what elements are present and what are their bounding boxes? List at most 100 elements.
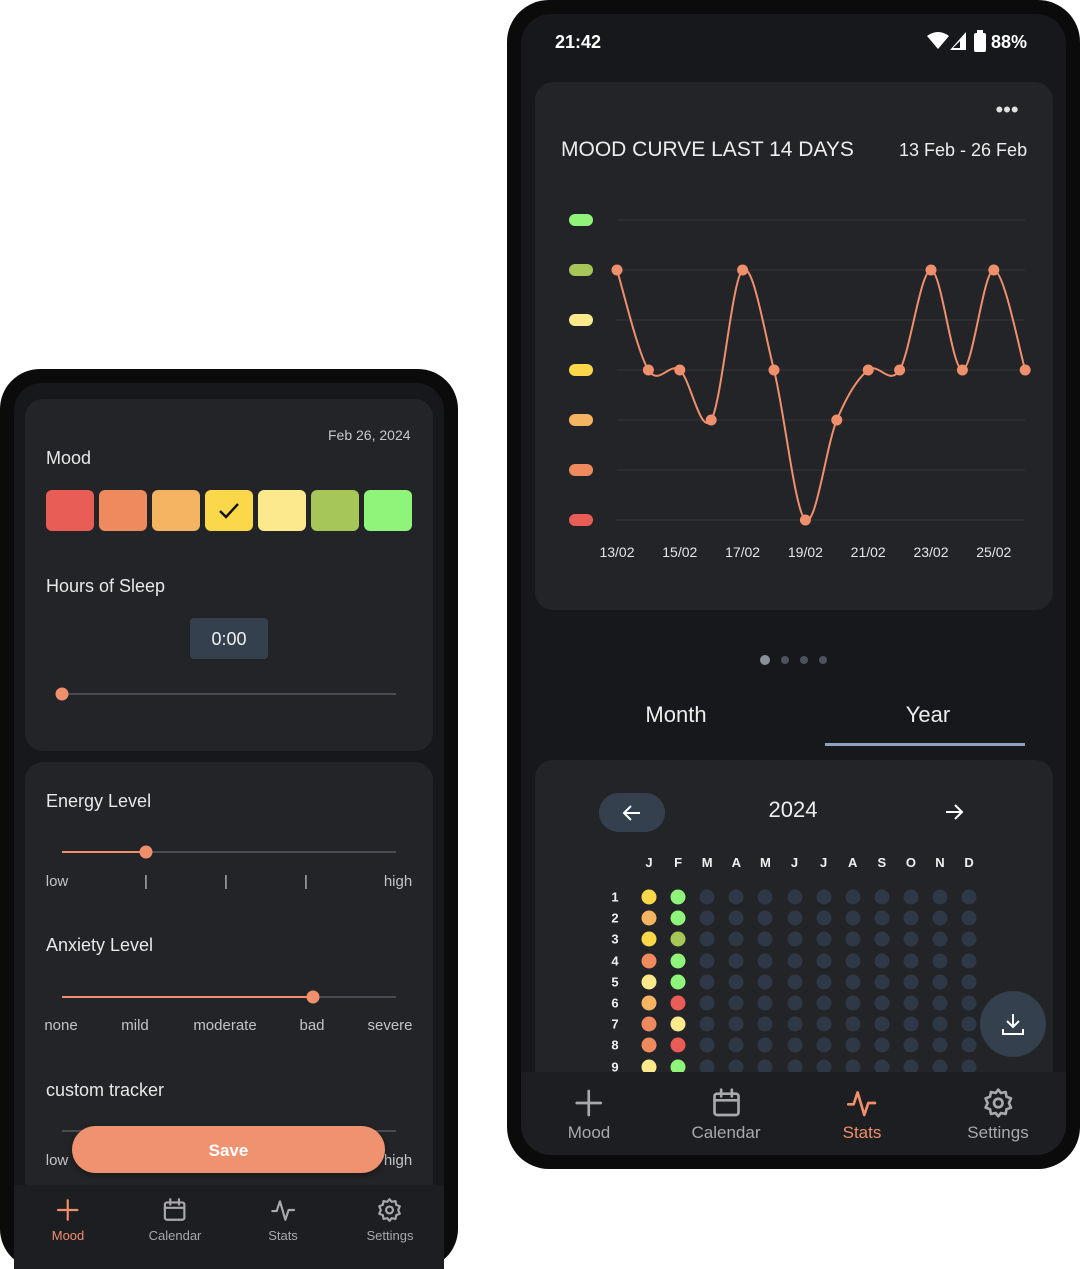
mood-option-7[interactable] bbox=[364, 490, 412, 531]
arrow-right-icon[interactable] bbox=[942, 800, 966, 824]
day-dot[interactable] bbox=[728, 931, 744, 947]
day-dot[interactable] bbox=[932, 889, 948, 905]
day-dot[interactable] bbox=[932, 974, 948, 990]
day-dot[interactable] bbox=[670, 1016, 686, 1032]
day-dot[interactable] bbox=[757, 953, 773, 969]
day-dot[interactable] bbox=[787, 953, 802, 969]
day-dot[interactable] bbox=[787, 931, 802, 947]
day-dot[interactable] bbox=[874, 953, 890, 969]
day-dot[interactable] bbox=[787, 1037, 802, 1053]
nav-item-calendar[interactable]: Calendar bbox=[692, 1087, 761, 1143]
day-dot[interactable] bbox=[874, 910, 890, 926]
tab-month[interactable]: Month bbox=[576, 702, 776, 728]
anxiety-slider-thumb[interactable] bbox=[306, 990, 319, 1004]
nav-item-mood[interactable]: Mood bbox=[568, 1087, 610, 1143]
day-dot[interactable] bbox=[874, 1016, 890, 1032]
day-dot[interactable] bbox=[961, 1016, 977, 1032]
nav-item-mood[interactable]: Mood bbox=[52, 1197, 84, 1243]
day-dot[interactable] bbox=[816, 974, 832, 990]
day-dot[interactable] bbox=[932, 1016, 948, 1032]
day-dot[interactable] bbox=[816, 910, 832, 926]
day-dot[interactable] bbox=[903, 1016, 919, 1032]
day-dot[interactable] bbox=[903, 953, 919, 969]
day-dot[interactable] bbox=[757, 1037, 773, 1053]
page-dot[interactable] bbox=[800, 656, 808, 664]
nav-item-settings[interactable]: Settings bbox=[967, 1087, 1029, 1143]
day-dot[interactable] bbox=[903, 889, 919, 905]
day-dot[interactable] bbox=[641, 974, 657, 990]
day-dot[interactable] bbox=[787, 1016, 802, 1032]
page-dot[interactable] bbox=[781, 656, 789, 664]
day-dot[interactable] bbox=[845, 1016, 861, 1032]
day-dot[interactable] bbox=[845, 974, 861, 990]
day-dot[interactable] bbox=[699, 953, 715, 969]
nav-item-settings[interactable]: Settings bbox=[367, 1197, 413, 1243]
day-dot[interactable] bbox=[961, 910, 977, 926]
day-dot[interactable] bbox=[845, 910, 861, 926]
day-dot[interactable] bbox=[845, 953, 861, 969]
day-dot[interactable] bbox=[787, 889, 802, 905]
day-dot[interactable] bbox=[932, 995, 948, 1011]
day-dot[interactable] bbox=[874, 974, 890, 990]
day-dot[interactable] bbox=[670, 931, 686, 947]
day-dot[interactable] bbox=[845, 889, 861, 905]
nav-item-calendar[interactable]: Calendar bbox=[149, 1197, 201, 1243]
day-dot[interactable] bbox=[961, 889, 977, 905]
day-dot[interactable] bbox=[932, 910, 948, 926]
day-dot[interactable] bbox=[641, 995, 657, 1011]
day-dot[interactable] bbox=[699, 974, 715, 990]
day-dot[interactable] bbox=[670, 953, 686, 969]
day-dot[interactable] bbox=[874, 995, 890, 1011]
day-dot[interactable] bbox=[903, 910, 919, 926]
day-dot[interactable] bbox=[816, 889, 832, 905]
tab-year[interactable]: Year bbox=[828, 702, 1028, 728]
day-dot[interactable] bbox=[728, 889, 744, 905]
mood-option-1[interactable] bbox=[46, 490, 94, 531]
day-dot[interactable] bbox=[816, 931, 832, 947]
day-dot[interactable] bbox=[787, 974, 802, 990]
day-dot[interactable] bbox=[903, 995, 919, 1011]
day-dot[interactable] bbox=[699, 889, 715, 905]
day-dot[interactable] bbox=[757, 889, 773, 905]
day-dot[interactable] bbox=[641, 1037, 657, 1053]
day-dot[interactable] bbox=[932, 953, 948, 969]
day-dot[interactable] bbox=[845, 1037, 861, 1053]
day-dot[interactable] bbox=[641, 910, 657, 926]
day-dot[interactable] bbox=[699, 1037, 715, 1053]
day-dot[interactable] bbox=[641, 889, 657, 905]
nav-item-stats[interactable]: Stats bbox=[268, 1197, 298, 1243]
day-dot[interactable] bbox=[670, 910, 686, 926]
day-dot[interactable] bbox=[961, 953, 977, 969]
day-dot[interactable] bbox=[699, 931, 715, 947]
sleep-slider-thumb[interactable] bbox=[55, 687, 69, 701]
day-dot[interactable] bbox=[728, 1037, 744, 1053]
day-dot[interactable] bbox=[816, 995, 832, 1011]
day-dot[interactable] bbox=[845, 931, 861, 947]
day-dot[interactable] bbox=[699, 995, 715, 1011]
day-dot[interactable] bbox=[961, 995, 977, 1011]
day-dot[interactable] bbox=[874, 1037, 890, 1053]
day-dot[interactable] bbox=[932, 1037, 948, 1053]
day-dot[interactable] bbox=[816, 1016, 832, 1032]
day-dot[interactable] bbox=[641, 931, 657, 947]
day-dot[interactable] bbox=[670, 889, 686, 905]
day-dot[interactable] bbox=[670, 974, 686, 990]
day-dot[interactable] bbox=[961, 974, 977, 990]
day-dot[interactable] bbox=[728, 1016, 744, 1032]
mood-option-3[interactable] bbox=[152, 490, 200, 531]
page-dot[interactable] bbox=[819, 656, 827, 664]
day-dot[interactable] bbox=[903, 974, 919, 990]
mood-option-6[interactable] bbox=[311, 490, 359, 531]
day-dot[interactable] bbox=[787, 910, 802, 926]
sleep-slider-track[interactable] bbox=[62, 693, 396, 695]
day-dot[interactable] bbox=[699, 1016, 715, 1032]
day-dot[interactable] bbox=[757, 931, 773, 947]
day-dot[interactable] bbox=[757, 974, 773, 990]
page-dot-active[interactable] bbox=[760, 655, 770, 665]
day-dot[interactable] bbox=[728, 953, 744, 969]
day-dot[interactable] bbox=[816, 1037, 832, 1053]
mood-option-2[interactable] bbox=[99, 490, 147, 531]
day-dot[interactable] bbox=[728, 910, 744, 926]
day-dot[interactable] bbox=[728, 995, 744, 1011]
nav-item-stats[interactable]: Stats bbox=[843, 1087, 881, 1143]
